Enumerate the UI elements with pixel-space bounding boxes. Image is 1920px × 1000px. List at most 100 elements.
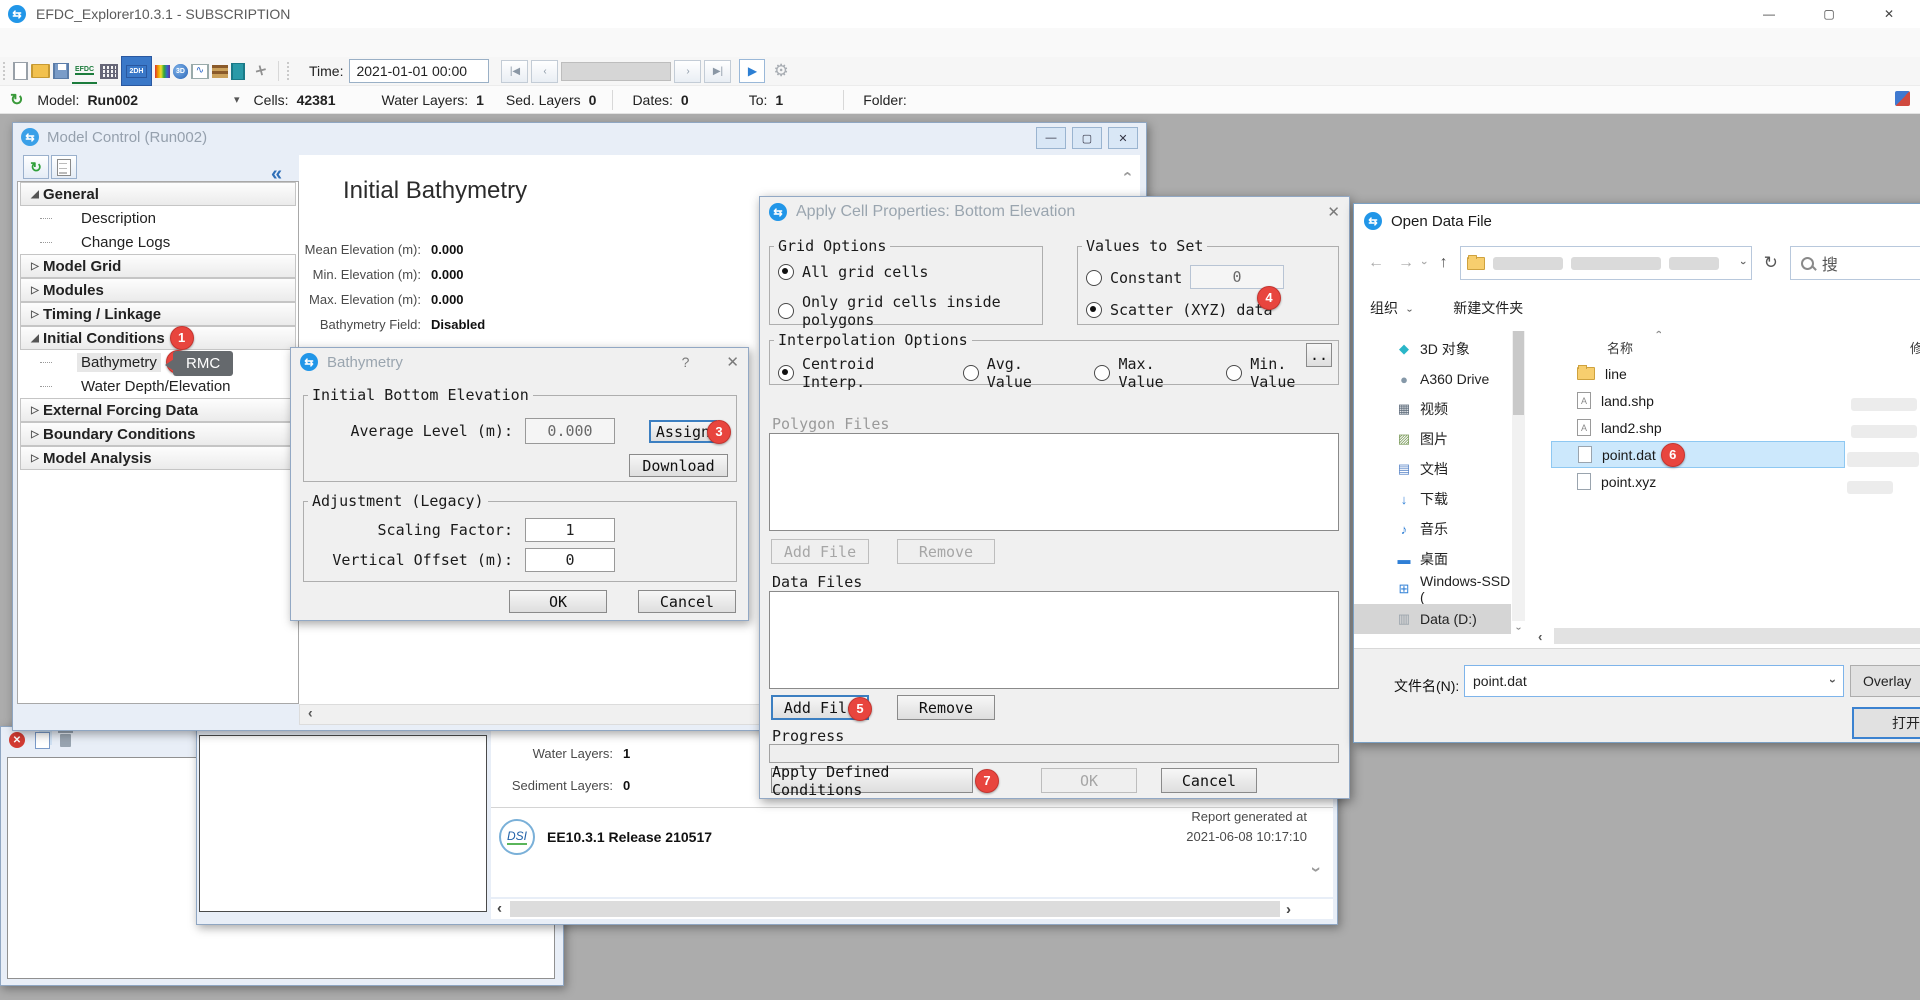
close-button[interactable]: ✕ [1867, 0, 1911, 28]
minimize-button[interactable]: — [1747, 0, 1791, 28]
efdc-run-icon[interactable]: EFDC [72, 58, 97, 84]
sidebar-item-windows-ssd[interactable]: ⊞ Windows-SSD ( [1354, 573, 1511, 605]
new-file-icon[interactable] [13, 62, 28, 80]
tree-item-initial-conditions[interactable]: ◢ Initial Conditions 1 [20, 326, 296, 350]
scroll-left-icon[interactable]: › [497, 901, 502, 918]
filename-dropdown-icon[interactable]: › [1826, 679, 1840, 683]
sidebar-item-documents[interactable]: ▤ 文档 [1354, 454, 1511, 484]
model-dropdown-icon[interactable]: ▾ [234, 93, 240, 106]
file-row-land-shp[interactable]: A land.shp [1551, 387, 1845, 414]
window-maximize-button[interactable]: ▢ [1072, 127, 1102, 149]
app-titlebar[interactable]: EFDC_Explorer10.3.1 - SUBSCRIPTION — ▢ ✕ [0, 0, 1920, 28]
scaling-factor-input[interactable]: 1 [525, 518, 615, 542]
radio-only-grid-cells-inside-polygons[interactable]: Only grid cells inside polygons [778, 293, 1042, 329]
scroll-up-icon[interactable]: › [1118, 171, 1136, 176]
menu-vertical-profile[interactable] [156, 28, 184, 57]
view-3d-icon[interactable]: 3D [173, 63, 188, 79]
menu-help[interactable] [296, 28, 324, 57]
remove-data-file-button[interactable]: Remove [897, 695, 995, 720]
file-row-point-dat[interactable]: point.dat 6 [1551, 441, 1845, 468]
tree-item-description[interactable]: Description [18, 206, 298, 230]
radio-centroid-interp[interactable]: Centroid Interp. [778, 355, 943, 391]
grid-icon[interactable] [100, 63, 118, 79]
next-frame-button[interactable]: › [674, 59, 702, 83]
prev-frame-button[interactable]: ‹ [531, 59, 559, 83]
open-button[interactable]: 打开 [1852, 707, 1920, 739]
sidebar-item-desktop[interactable]: ▬ 桌面 [1354, 544, 1511, 574]
history-dropdown-icon[interactable]: › [1418, 261, 1430, 265]
model-control-titlebar[interactable]: Model Control (Run002) — ▢ ✕ [13, 123, 1146, 151]
list-hscrollbar[interactable] [1554, 628, 1920, 644]
window-close-button[interactable]: ✕ [1108, 127, 1138, 149]
scroll-down-icon[interactable]: › [1306, 867, 1327, 873]
apply-defined-conditions-button[interactable]: Apply Defined Conditions [771, 763, 973, 799]
color-scale-icon[interactable] [155, 64, 170, 78]
open-dialog-titlebar[interactable]: Open Data File [1354, 204, 1920, 238]
sort-ascending-icon[interactable]: › [1653, 330, 1665, 334]
address-dropdown-icon[interactable]: › [1737, 261, 1749, 265]
scroll-left-icon[interactable]: › [308, 707, 313, 723]
vertical-offset-input[interactable]: 0 [525, 548, 615, 572]
average-level-input[interactable]: 0.000 [525, 418, 615, 444]
close-icon[interactable]: ✕ [1327, 203, 1340, 221]
menu-model[interactable] [16, 28, 44, 57]
exit-door-icon[interactable] [231, 62, 245, 80]
save-icon[interactable] [53, 63, 69, 79]
help-icon[interactable]: ? [682, 354, 690, 370]
tree-item-modules[interactable]: ▷ Modules [20, 278, 296, 302]
view-2dh-icon[interactable]: 2DH [121, 56, 152, 86]
play-button[interactable]: ▶ [739, 59, 766, 83]
refresh-icon[interactable]: ↻ [1764, 253, 1778, 273]
new-folder-button[interactable]: 新建文件夹 [1453, 298, 1523, 318]
file-row-land2-shp[interactable]: A land2.shp [1551, 414, 1845, 441]
sidebar-item-3d-objects[interactable]: ◆ 3D 对象 [1354, 334, 1511, 364]
report-button[interactable] [51, 155, 77, 179]
error-icon[interactable]: ✕ [9, 732, 25, 748]
apply-titlebar[interactable]: Apply Cell Properties: Bottom Elevation … [760, 197, 1349, 227]
sidebar-scroll-down-icon[interactable]: › [1512, 621, 1525, 635]
more-options-button[interactable]: .. [1306, 343, 1332, 367]
copy-log-icon[interactable] [35, 731, 50, 749]
menu-2dh-view[interactable] [44, 28, 72, 57]
remove-polygon-file-button[interactable]: Remove [897, 539, 995, 564]
radio-scatter-xyz[interactable]: Scatter (XYZ) data [1086, 301, 1273, 319]
menu-2dv-view[interactable] [72, 28, 100, 57]
data-files-list[interactable] [769, 591, 1339, 689]
window-minimize-button[interactable]: — [1036, 127, 1066, 149]
column-name-header[interactable]: 名称 [1607, 338, 1633, 357]
time-input[interactable]: 2021-01-01 00:00 [349, 59, 490, 83]
radio-avg-value[interactable]: Avg. Value [962, 355, 1075, 391]
sidebar-item-data-d[interactable]: ▥ Data (D:) [1354, 604, 1511, 634]
last-frame-button[interactable]: ▶| [704, 59, 732, 83]
menu-time-series[interactable] [128, 28, 156, 57]
menu-longitudinal-profile[interactable] [184, 28, 212, 57]
tree-item-change-logs[interactable]: Change Logs [18, 230, 298, 254]
filename-input[interactable]: point.dat › [1464, 665, 1844, 697]
customize-tools-icon[interactable]: ✕ [245, 56, 275, 86]
menu-tools[interactable] [212, 28, 240, 57]
tree-item-model-grid[interactable]: ▷ Model Grid [20, 254, 296, 278]
list-scroll-left-icon[interactable]: › [1538, 631, 1542, 646]
sidebar-item-pictures[interactable]: ▨ 图片 [1354, 424, 1511, 454]
tree-item-timing-linkage[interactable]: ▷ Timing / Linkage [20, 302, 296, 326]
close-icon[interactable]: ✕ [726, 353, 739, 371]
radio-constant[interactable]: Constant [1086, 269, 1182, 287]
tree-item-water-depth-elevation[interactable]: Water Depth/Elevation [18, 374, 298, 398]
timeseries-plot-icon[interactable]: ∿ [191, 63, 209, 79]
cancel-button[interactable]: Cancel [1161, 768, 1257, 793]
bathymetry-titlebar[interactable]: Bathymetry ? ✕ [291, 348, 748, 376]
sidebar-item-a360-drive[interactable]: ● A360 Drive [1354, 364, 1511, 394]
report-hscrollbar[interactable]: › › [491, 899, 1333, 919]
animation-settings-icon[interactable]: ⚙ [773, 61, 788, 81]
menu-graphics[interactable] [240, 28, 268, 57]
back-icon[interactable]: ← [1368, 254, 1384, 272]
menu-windows[interactable] [268, 28, 296, 57]
file-row-point-xyz[interactable]: point.xyz [1551, 468, 1845, 495]
sidebar-item-downloads[interactable]: ↓ 下载 [1354, 484, 1511, 514]
file-type-overlay-button[interactable]: Overlay [1850, 665, 1920, 697]
sidebar-scrollbar[interactable] [1512, 331, 1525, 621]
ok-button[interactable]: OK [1041, 768, 1137, 793]
organize-button[interactable]: 组织 › [1370, 298, 1415, 318]
tree-item-external-forcing-data[interactable]: ▷ External Forcing Data [20, 398, 296, 422]
scroll-right-icon[interactable]: › [1286, 901, 1291, 918]
